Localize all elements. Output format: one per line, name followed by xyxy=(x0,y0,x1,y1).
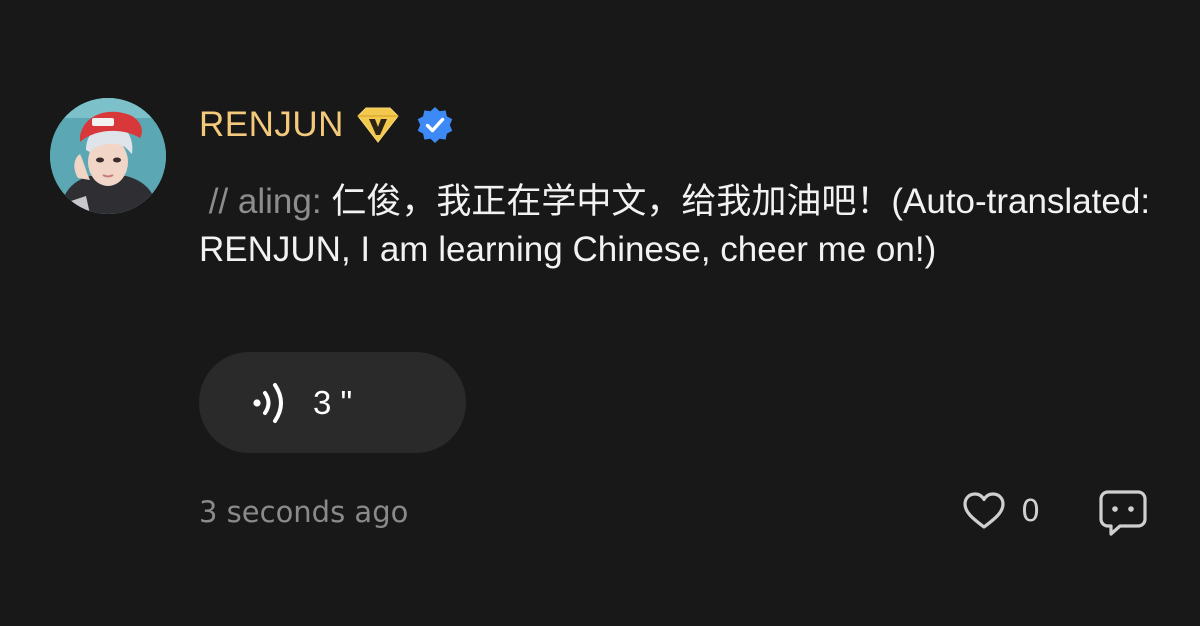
chat-bubble-icon[interactable] xyxy=(1098,488,1148,538)
sound-wave-icon[interactable] xyxy=(250,380,290,426)
avatar[interactable] xyxy=(50,98,166,214)
comment-text: // aling: 仁俊，我正在学中文，给我加油吧！(Auto-translat… xyxy=(199,178,1159,274)
gold-v-badge-icon xyxy=(354,105,402,145)
username-row: RENJUN xyxy=(199,100,454,150)
heart-outline-icon[interactable] xyxy=(962,491,1006,531)
timestamp: 3 seconds ago xyxy=(199,495,409,529)
like-count: 0 xyxy=(1021,494,1041,529)
reply-prefix[interactable]: // aling: xyxy=(199,182,331,221)
comment-body: 仁俊，我正在学中文，给我加油吧！(Auto-translated: RENJUN… xyxy=(199,182,1160,269)
verified-check-icon xyxy=(416,106,454,144)
voice-duration: 3 " xyxy=(313,384,353,421)
username[interactable]: RENJUN xyxy=(199,100,344,150)
